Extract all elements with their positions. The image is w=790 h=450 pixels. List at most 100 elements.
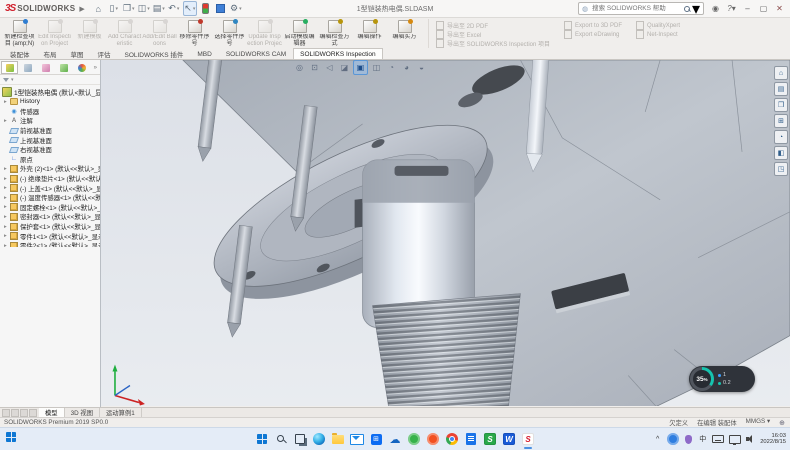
select-button[interactable]: ↖▾ (183, 1, 197, 16)
tab-solidworks-cam[interactable]: SOLIDWORKS CAM (219, 48, 293, 59)
tree-item[interactable]: ▸ 保护套<1> (默认<<默认>_显示状 (0, 222, 100, 232)
launch-template-editor-button[interactable]: 启动模板编辑器 (282, 19, 317, 48)
login-button[interactable]: ◉ (709, 2, 722, 15)
new-template-button[interactable]: 新建模板 (72, 19, 107, 48)
featuremanager-tab[interactable] (1, 61, 18, 74)
close-button[interactable]: ✕ (773, 2, 786, 15)
tab-3d-views[interactable]: 3D 视图 (65, 408, 100, 417)
view-orientation-icon[interactable]: ▣ (353, 60, 368, 75)
tab-layout[interactable]: 布局 (37, 48, 64, 59)
tree-item[interactable]: ▸ 右视基准面 (0, 145, 100, 155)
tree-item[interactable]: ▸ (-) 绝缘垫片<1> (默认<<默认>_显示 (0, 174, 100, 184)
export-3d-pdf-button[interactable]: Export to 3D PDF (564, 21, 622, 30)
zoom-fit-icon[interactable]: ◎ (293, 61, 306, 74)
ime-language-icon[interactable]: 中 (698, 433, 707, 445)
rebuild-button[interactable] (200, 2, 212, 15)
help-button[interactable]: ?▾ (725, 2, 738, 15)
dimxpertmanager-tab[interactable] (55, 61, 72, 74)
tab-solidworks-inspection[interactable]: SOLIDWORKS Inspection (293, 48, 383, 59)
widgets-icon[interactable] (6, 432, 16, 442)
save-button[interactable]: ◫▾ (138, 2, 150, 15)
edit-inspection-project-button[interactable]: Edit Inspection Project (37, 19, 72, 48)
search-icon[interactable] (684, 6, 690, 12)
export-2d-pdf-button[interactable]: 导出至 2D PDF (436, 21, 550, 30)
export-excel-button[interactable]: 导出至 Excel (436, 30, 550, 39)
graphics-viewport[interactable]: ◎⊡◁◪▣◫◔◕◒ ⌂▤❒⊞◔◧◳ 35% 1 0.2 (101, 60, 790, 407)
display-cast-icon[interactable] (729, 433, 741, 445)
menu-flyout-arrow[interactable]: ▶ (79, 5, 84, 13)
restore-button[interactable]: ▢ (757, 2, 770, 15)
tab-motion-study[interactable]: 运动算例1 (100, 408, 142, 417)
tree-item[interactable]: ▸ 零件1<1> (默认<<默认>_显示状态 (0, 231, 100, 241)
edit-inspection-method-button[interactable]: 编辑检查方式 (317, 19, 352, 48)
previous-view-icon[interactable]: ◁ (323, 61, 336, 74)
tab-evaluate[interactable]: 评估 (91, 48, 118, 59)
feature-tree-root[interactable]: 1型铠装热电偶 (默认<默认_显示状态-1> (0, 87, 100, 97)
edit-supplier-button[interactable]: 编辑实方 (387, 19, 422, 48)
custom-properties-icon[interactable]: ◧ (774, 146, 788, 160)
home-button[interactable]: ⌂ (93, 2, 105, 15)
panel-more-icon[interactable]: » (94, 65, 99, 71)
design-library-icon[interactable]: ▤ (774, 82, 788, 96)
edit-operation-button[interactable]: 编辑操作 (352, 19, 387, 48)
solidworks-resources-icon[interactable]: ⌂ (774, 66, 788, 80)
new-document-button[interactable]: ▯▾ (108, 2, 120, 15)
remove-balloons-button[interactable]: 移除零件序号 (177, 19, 212, 48)
tree-item[interactable]: ▸ 上视基准面 (0, 135, 100, 145)
tree-item[interactable]: ▸ (-) 上盖<1> (默认<<默认>_显示状 (0, 183, 100, 193)
tray-expand-icon[interactable]: ^ (653, 433, 662, 445)
defender-icon[interactable] (667, 433, 679, 445)
security-shield-icon[interactable] (684, 433, 693, 445)
add-characteristic-button[interactable]: Add Characteristic (107, 19, 142, 48)
performance-overlay[interactable]: 35% 1 0.2 (689, 366, 755, 392)
edit-appearance-icon[interactable]: ◕ (400, 61, 413, 74)
tree-item[interactable]: ▸ 前视基准面 (0, 126, 100, 136)
new-inspection-project-button[interactable]: 新建检查项目 (amp;N) (2, 19, 37, 48)
open-button[interactable]: ❒▾ (123, 2, 135, 15)
tree-item[interactable]: ▸ (-) 温度传感器<1> (默认<<默认>_ (0, 193, 100, 203)
tree-item[interactable]: ▸ 固定螺栓<1> (默认<<默认>_显示 (0, 203, 100, 213)
tab-scroll-buttons[interactable] (0, 408, 39, 417)
export-inspection-project-button[interactable]: 导出至 SOLIDWORKS Inspection 项目 (436, 39, 550, 48)
view-palette-icon[interactable]: ⊞ (774, 114, 788, 128)
tree-item[interactable]: ▸ History (0, 97, 100, 107)
volume-icon[interactable] (746, 433, 755, 445)
configurationmanager-tab[interactable] (37, 61, 54, 74)
add-edit-balloons-button[interactable]: Add/Edit Balloons (142, 19, 177, 48)
tab-sketch[interactable]: 草图 (64, 48, 91, 59)
tree-item[interactable]: ▸ 外壳 (2)<1> (默认<<默认>_显示状 (0, 164, 100, 174)
view-settings-icon[interactable]: ◒ (415, 61, 428, 74)
tab-mbd[interactable]: MBD (190, 48, 218, 59)
display-style-icon[interactable]: ◫ (370, 61, 383, 74)
forum-icon[interactable]: ◳ (774, 162, 788, 176)
minimize-button[interactable]: – (741, 2, 754, 15)
net-inspect-button[interactable]: Net-Inspect (636, 30, 680, 39)
undo-button[interactable]: ↶▾ (168, 2, 180, 15)
tree-filter[interactable]: ▾ (0, 75, 100, 85)
zoom-area-icon[interactable]: ⊡ (308, 61, 321, 74)
display-settings-button[interactable] (215, 2, 227, 15)
displaymanager-tab[interactable] (73, 61, 90, 74)
tree-item[interactable]: ▸ 原点 (0, 155, 100, 165)
appearances-icon[interactable]: ◔ (774, 130, 788, 144)
section-view-icon[interactable]: ◪ (338, 61, 351, 74)
tab-assembly[interactable]: 装配体 (3, 48, 37, 59)
export-edrawing-button[interactable]: Export eDrawing (564, 30, 622, 39)
hide-show-items-icon[interactable]: ◔ (385, 61, 398, 74)
search-input[interactable] (590, 4, 682, 13)
tab-model[interactable]: 模型 (39, 408, 65, 417)
cad-model-canvas[interactable] (101, 60, 790, 406)
touch-keyboard-icon[interactable] (712, 433, 724, 445)
tree-item[interactable]: ▸ 传感器 (0, 107, 100, 117)
print-button[interactable]: ▤▾ (153, 2, 165, 15)
update-inspection-project-button[interactable]: Update Inspection Project (247, 19, 282, 48)
tree-item[interactable]: ▸ 密封器<1> (默认<<默认>_显示状 (0, 212, 100, 222)
qualityxpert-button[interactable]: QualityXpert (636, 21, 680, 30)
tab-solidworks-addins[interactable]: SOLIDWORKS 插件 (118, 48, 191, 59)
globe-icon[interactable]: ⊕ (779, 419, 785, 427)
tree-item[interactable]: ▸ 注解 (0, 116, 100, 126)
options-button[interactable]: ⚙▾ (230, 2, 242, 15)
propertymanager-tab[interactable] (19, 61, 36, 74)
select-balloons-button[interactable]: 选择零件序号 (212, 19, 247, 48)
chevron-down-icon[interactable]: ▾ (692, 0, 700, 19)
